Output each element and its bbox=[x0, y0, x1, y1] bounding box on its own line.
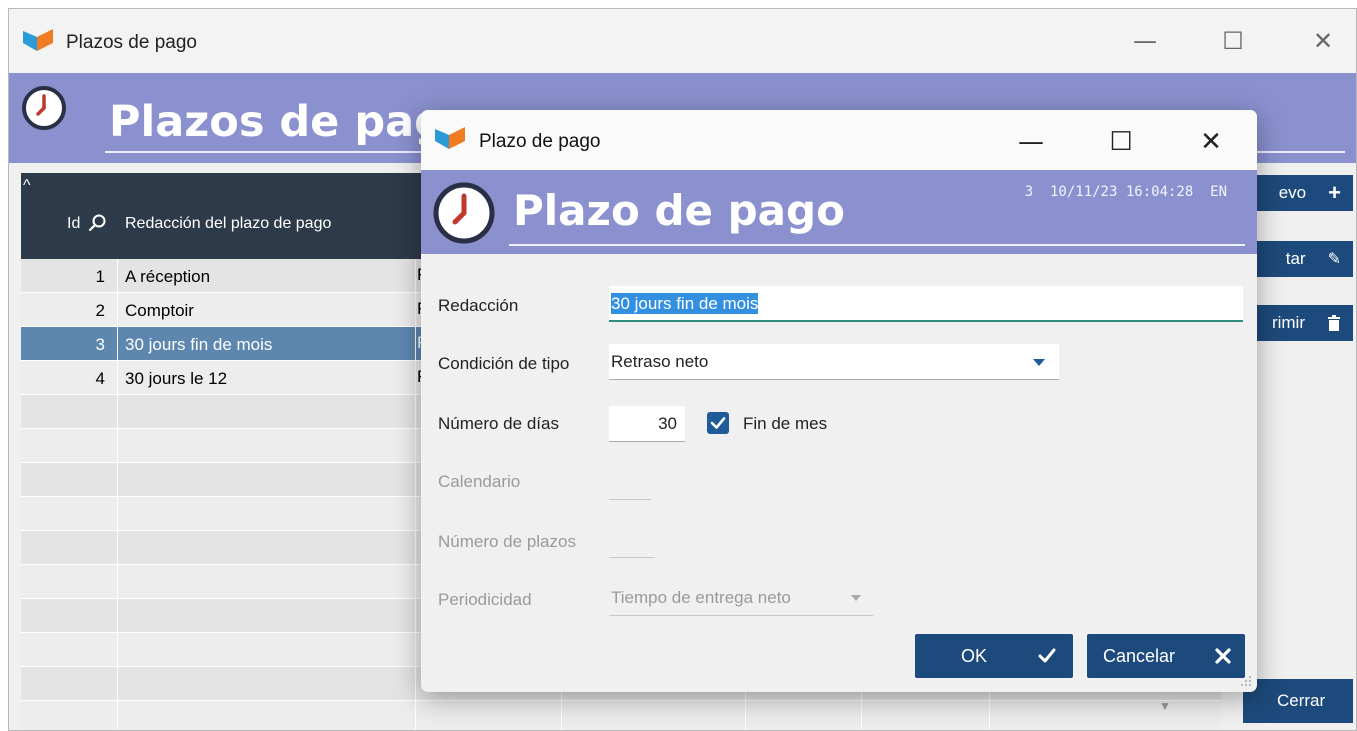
column-header-id[interactable]: Id bbox=[67, 215, 80, 233]
outer-window-title: Plazos de pago bbox=[66, 32, 197, 53]
numero-dias-input[interactable]: 30 bbox=[609, 406, 685, 442]
suprimir-label: rimir bbox=[1271, 313, 1305, 332]
check-icon bbox=[1038, 648, 1056, 663]
condicion-label: Condición de tipo bbox=[438, 354, 570, 373]
periodicidad-value: Tiempo de entrega neto bbox=[611, 588, 791, 607]
scroll-down-icon[interactable]: ▼ bbox=[1159, 699, 1171, 713]
minimize-button[interactable]: — bbox=[1125, 21, 1165, 61]
cell-name: 30 jours le 12 bbox=[125, 369, 228, 388]
trash-icon bbox=[1328, 315, 1340, 331]
pencil-icon: ✎ bbox=[1327, 251, 1341, 268]
condicion-select[interactable]: Retraso neto bbox=[609, 344, 1059, 380]
numero-plazos-label: Número de plazos bbox=[438, 532, 576, 551]
sort-caret-icon[interactable]: ^ bbox=[23, 177, 31, 195]
cell-id: 3 bbox=[95, 335, 105, 354]
cell-id: 4 bbox=[95, 369, 105, 388]
chevron-down-icon bbox=[851, 595, 861, 601]
fin-de-mes-checkbox[interactable] bbox=[707, 412, 729, 434]
checkmark-icon bbox=[710, 417, 726, 429]
cerrar-label: Cerrar bbox=[1277, 691, 1326, 710]
plazo-de-pago-dialog: Plazo de pago — ☐ ✕ Plazo de pago 3 10/1… bbox=[421, 110, 1257, 692]
outer-titlebar: Plazos de pago — ☐ ✕ bbox=[9, 9, 1356, 73]
cell-name: 30 jours fin de mois bbox=[125, 335, 273, 354]
cancel-label: Cancelar bbox=[1103, 645, 1176, 666]
editar-button[interactable]: tar ✎ bbox=[1243, 241, 1353, 277]
record-meta: 3 10/11/23 16:04:28 EN bbox=[1024, 184, 1227, 200]
cell-id: 1 bbox=[95, 267, 105, 286]
empty-row bbox=[21, 701, 1221, 730]
grid-divider bbox=[415, 259, 416, 730]
close-icon bbox=[1215, 648, 1231, 664]
redaccion-input[interactable]: 30 jours fin de mois bbox=[609, 286, 1243, 322]
cancel-button[interactable]: Cancelar bbox=[1087, 634, 1245, 678]
redaccion-value: 30 jours fin de mois bbox=[611, 293, 759, 314]
periodicidad-select: Tiempo de entrega neto bbox=[609, 580, 873, 616]
editar-label: tar bbox=[1285, 249, 1306, 268]
condicion-value: Retraso neto bbox=[611, 352, 709, 371]
outer-page-heading: Plazos de pago bbox=[109, 97, 475, 147]
ok-button[interactable]: OK bbox=[915, 634, 1073, 678]
numero-plazos-input bbox=[609, 520, 655, 558]
app-logo-icon bbox=[23, 29, 53, 51]
ok-label: OK bbox=[961, 645, 988, 666]
calendario-label: Calendario bbox=[438, 472, 521, 491]
search-icon[interactable] bbox=[87, 213, 107, 233]
chevron-down-icon[interactable] bbox=[1033, 359, 1045, 366]
dialog-minimize-button[interactable]: — bbox=[1011, 122, 1051, 162]
suprimir-button[interactable]: rimir bbox=[1243, 305, 1353, 341]
dialog-heading-underline bbox=[509, 244, 1245, 246]
cell-name: A réception bbox=[125, 267, 211, 286]
dialog-maximize-button[interactable]: ☐ bbox=[1101, 122, 1141, 162]
fin-de-mes-label[interactable]: Fin de mes bbox=[743, 414, 827, 434]
app-logo-icon bbox=[435, 127, 465, 149]
clock-icon bbox=[22, 86, 66, 130]
numero-dias-label: Número de días bbox=[438, 414, 559, 433]
dialog-close-button[interactable]: ✕ bbox=[1191, 122, 1231, 162]
redaccion-label: Redacción bbox=[438, 296, 519, 315]
maximize-button[interactable]: ☐ bbox=[1213, 21, 1253, 61]
plus-icon: + bbox=[1328, 180, 1341, 205]
dialog-heading: Plazo de pago bbox=[513, 186, 845, 235]
grid-divider bbox=[117, 259, 118, 730]
resize-grip-icon[interactable] bbox=[1239, 674, 1253, 688]
cell-id: 2 bbox=[95, 301, 105, 320]
close-window-button[interactable]: ✕ bbox=[1303, 21, 1343, 61]
column-header-redaccion[interactable]: Redacción del plazo de pago bbox=[125, 215, 331, 233]
dialog-title: Plazo de pago bbox=[479, 131, 601, 152]
cerrar-button[interactable]: Cerrar ✕ bbox=[1243, 679, 1353, 723]
calendario-input bbox=[609, 462, 651, 500]
clock-icon bbox=[433, 182, 495, 244]
cell-name: Comptoir bbox=[125, 301, 194, 320]
dialog-titlebar: Plazo de pago — ☐ ✕ bbox=[421, 110, 1257, 170]
periodicidad-label: Periodicidad bbox=[438, 590, 532, 609]
nuevo-label: evo bbox=[1278, 183, 1307, 202]
nuevo-button[interactable]: evo + bbox=[1243, 175, 1353, 211]
